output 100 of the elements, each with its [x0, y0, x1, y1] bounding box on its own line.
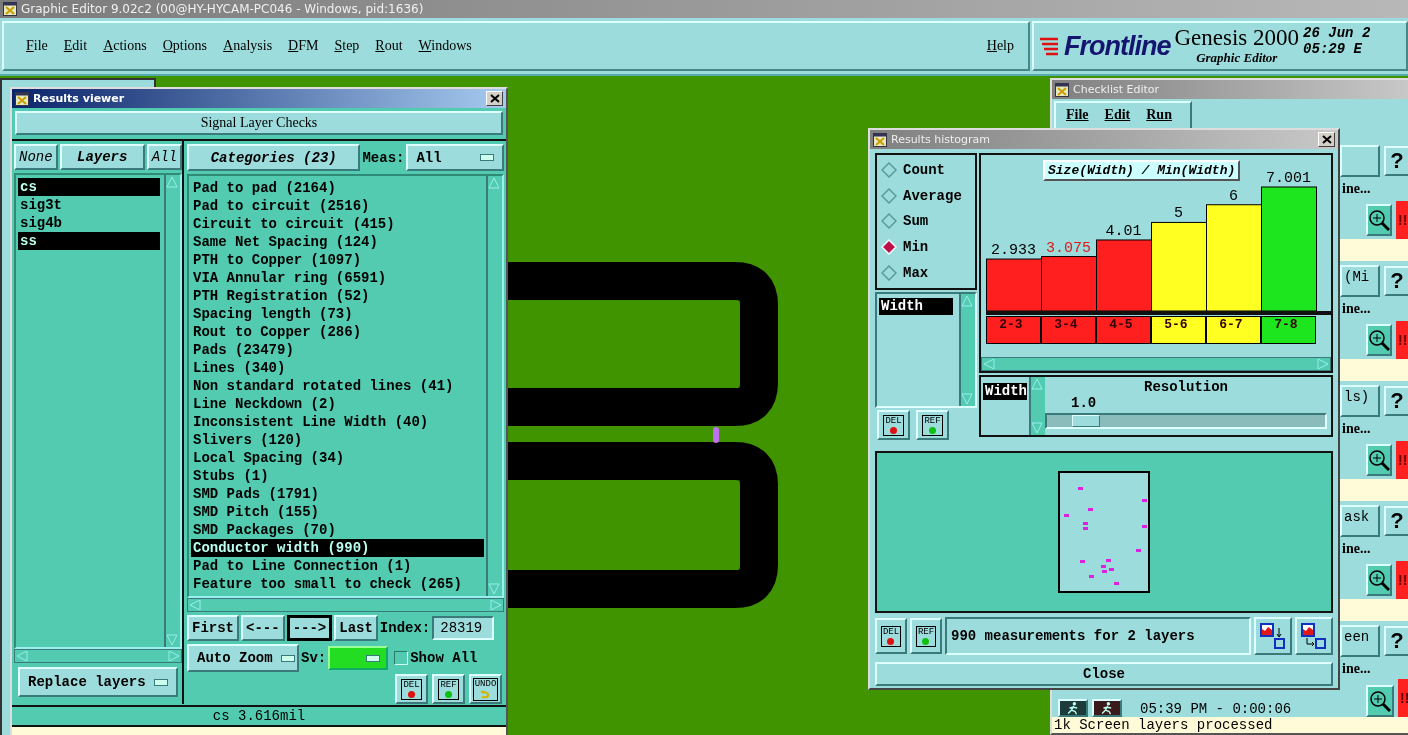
category-item[interactable]: Slivers (120) [191, 431, 484, 449]
x-tick-label: 5-6 [1164, 317, 1189, 334]
menu-item[interactable]: File [1066, 107, 1089, 125]
category-item[interactable]: Lines (340) [191, 359, 484, 377]
ref-button[interactable]: REF [910, 618, 942, 654]
replace-layers-dropdown[interactable]: Replace layers [18, 667, 178, 697]
field-item[interactable]: Width [879, 298, 953, 315]
category-item[interactable]: Spacing length (73) [191, 305, 484, 323]
menu-item[interactable]: Actions [95, 38, 155, 54]
bin-label: 2-3 [986, 316, 1041, 344]
category-item[interactable]: Circuit to circuit (415) [191, 215, 484, 233]
action-note: ine... [1341, 541, 1372, 558]
select-button[interactable]: All [146, 144, 182, 170]
date-text: 26 Jun 2 [1303, 25, 1371, 41]
category-item[interactable]: Inconsistent Line Width (40) [191, 413, 484, 431]
menu-item[interactable]: Run [1146, 107, 1172, 125]
menu-item[interactable]: DFM [280, 38, 327, 54]
nav-button[interactable]: First [187, 615, 239, 641]
action-field: ask [1340, 505, 1380, 537]
category-item[interactable]: Pad to circuit (2516) [191, 197, 484, 215]
del-button[interactable]: DEL [395, 674, 428, 704]
select-button[interactable]: None [14, 144, 58, 170]
category-item[interactable]: SMD Packages (70) [191, 521, 484, 539]
help-menu[interactable]: Help [978, 38, 1022, 54]
menu-item[interactable]: Options [154, 38, 216, 54]
menu-item[interactable]: Analysis [215, 38, 281, 54]
x-tick-label: 2-3 [999, 317, 1024, 334]
bin-label: 3-4 [1041, 316, 1096, 344]
meas-dropdown[interactable]: All [406, 144, 504, 171]
layer-item[interactable]: sig4b [18, 214, 160, 232]
mode-label: Sum [903, 213, 929, 230]
bar-value-label: 5 [1174, 205, 1183, 223]
category-item[interactable]: VIA Annular ring (6591) [191, 269, 484, 287]
menu-item[interactable]: Windows [410, 38, 480, 54]
bar-value-label: 4.01 [1105, 223, 1142, 240]
nav-button[interactable]: ---> [286, 615, 333, 641]
product-subtitle: Graphic Editor [1196, 50, 1278, 66]
auto-zoom-dropdown[interactable]: Auto Zoom [187, 644, 299, 672]
bin-label: 5-6 [1151, 316, 1206, 344]
index-field[interactable]: 28319 [432, 616, 495, 640]
x-tick-label: 7-8 [1274, 317, 1299, 334]
category-item[interactable]: Non standard rotated lines (41) [191, 377, 484, 395]
menu-item[interactable]: Step [326, 38, 368, 54]
close-button[interactable]: Close [875, 662, 1333, 686]
category-item[interactable]: Conductor width (990) [191, 539, 484, 557]
help-button[interactable]: ? [1384, 506, 1408, 536]
alert-flag: !! [1396, 201, 1408, 239]
chart-title: Size(Width) / Min(Width) [1043, 160, 1241, 181]
checks-header-button[interactable]: Signal Layer Checks [15, 111, 503, 135]
resolution-field[interactable]: Width [983, 383, 1027, 400]
help-button[interactable]: ? [1384, 146, 1408, 176]
help-button[interactable]: ? [1384, 266, 1408, 296]
category-item[interactable]: Line Neckdown (2) [191, 395, 484, 413]
mode-label: Count [903, 161, 945, 178]
category-item[interactable]: Same Net Spacing (124) [191, 233, 484, 251]
category-item[interactable]: Pad to pad (2164) [191, 179, 484, 197]
layers-button[interactable]: Layers [59, 144, 145, 170]
help-button[interactable]: ? [1384, 386, 1408, 416]
window-title: Results viewer [33, 92, 125, 105]
category-item[interactable]: Rout to Copper (286) [191, 323, 484, 341]
status-text: cs 3.616mil [212, 708, 306, 724]
category-item[interactable]: PTH Registration (52) [191, 287, 484, 305]
menu-item[interactable]: File [18, 38, 56, 54]
bar-value-label: 6 [1229, 187, 1238, 205]
category-item[interactable]: PTH to Copper (1097) [191, 251, 484, 269]
category-item[interactable]: Feature too small to check (265) [191, 575, 484, 593]
layer-item[interactable]: cs [18, 178, 160, 196]
sv-label: Sv: [301, 650, 327, 666]
summary-text: 990 measurements for 2 layers [951, 628, 1195, 644]
category-item[interactable]: Pads (23479) [191, 341, 484, 359]
category-item[interactable]: Local Spacing (34) [191, 449, 484, 467]
menu-item[interactable]: Rout [367, 38, 411, 54]
alert-flag: !! [1396, 561, 1408, 599]
nav-button[interactable]: Last [334, 615, 378, 641]
category-item[interactable]: SMD Pitch (155) [191, 503, 484, 521]
action-field: ls) [1340, 385, 1380, 417]
category-item[interactable]: Stubs (1) [191, 467, 484, 485]
alert-flag: !! [1396, 321, 1408, 359]
ref-button[interactable]: REF [432, 674, 465, 704]
help-button[interactable]: ? [1384, 626, 1408, 656]
product-name: Genesis 2000 [1174, 26, 1300, 50]
categories-button[interactable]: Categories (23) [187, 144, 361, 171]
category-item[interactable]: Pad to Line Connection (1) [191, 557, 484, 575]
window-title: Results histogram [891, 133, 990, 146]
ref-button[interactable]: REF [916, 410, 949, 440]
x-tick-label: 6-7 [1219, 317, 1244, 334]
show-all-label: Show All [410, 650, 478, 666]
category-item[interactable]: SMD Pads (1791) [191, 485, 484, 503]
action-note: ine... [1341, 661, 1372, 678]
layer-item[interactable]: sig3t [18, 196, 160, 214]
nav-button[interactable]: <--- [241, 615, 285, 641]
menu-item[interactable]: Edit [1104, 107, 1131, 125]
resolution-label: Resolution [1144, 379, 1228, 395]
resolution-value: 1.0 [1071, 395, 1098, 411]
menu-item[interactable]: Edit [55, 38, 96, 54]
del-button[interactable]: DEL [875, 618, 907, 654]
bar-value-label: 2.933 [991, 242, 1036, 260]
del-button[interactable]: DEL [877, 410, 910, 440]
layer-item[interactable]: ss [18, 232, 160, 250]
undo-button[interactable]: UNDO [469, 674, 502, 704]
